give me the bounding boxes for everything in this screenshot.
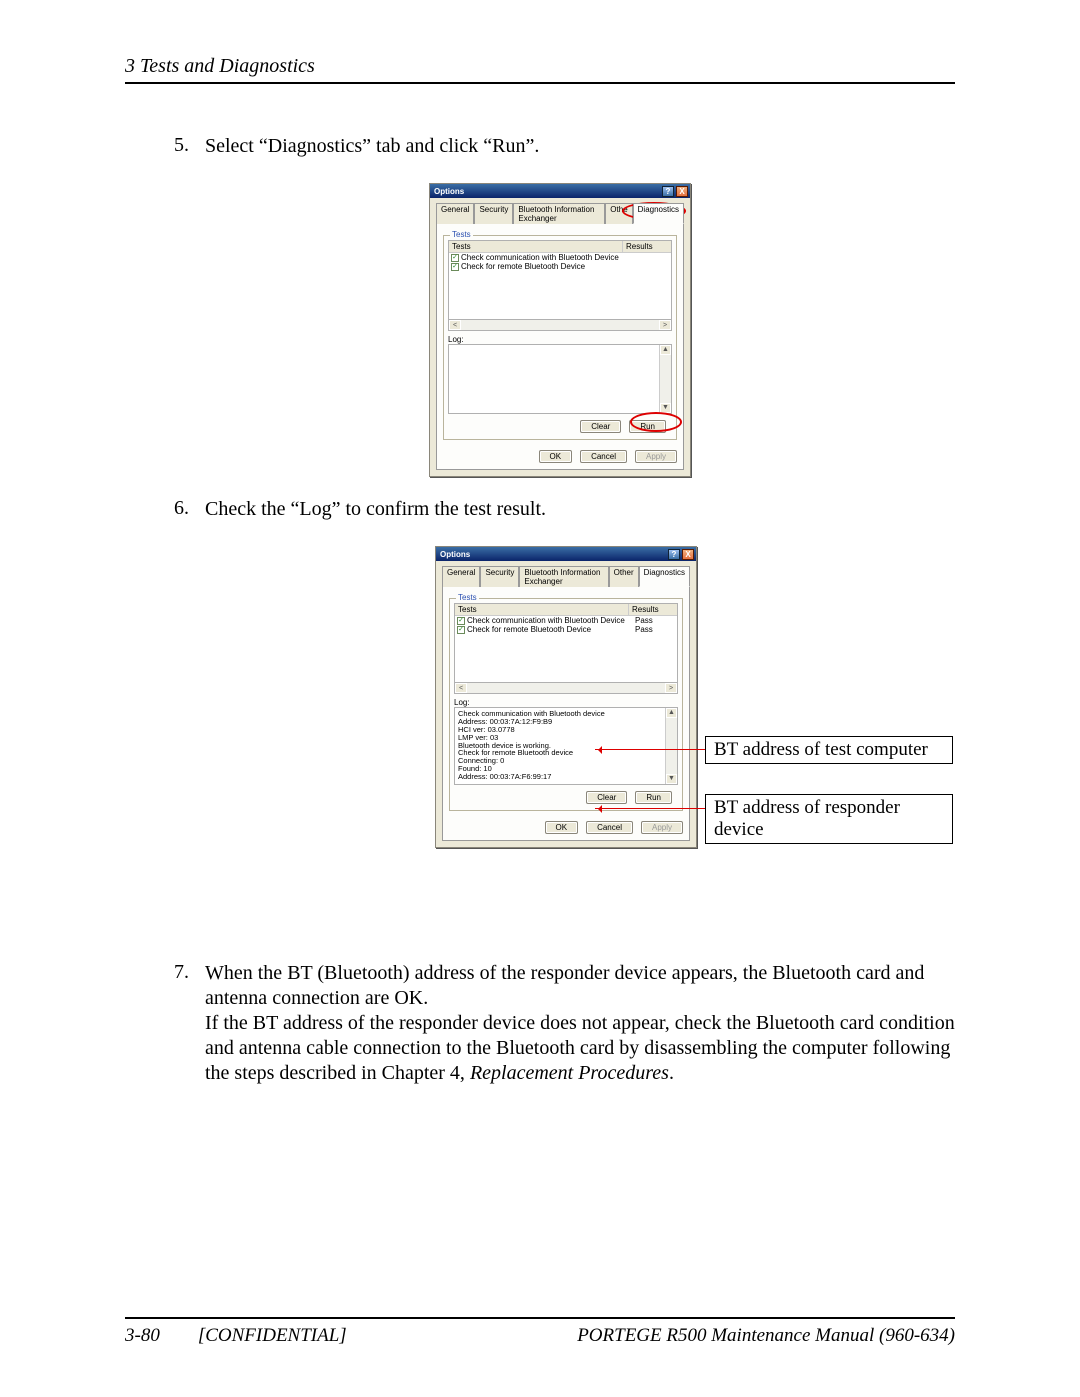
scroll-left-icon[interactable]: < xyxy=(455,683,467,693)
tests-group-label: Tests xyxy=(450,230,473,239)
log-box: ▲ ▼ xyxy=(448,344,672,414)
test-row: Check communication with Bluetooth Devic… xyxy=(461,253,627,262)
options-dialog-1: Options ? X General Security Bluetooth I… xyxy=(429,183,691,477)
clear-button[interactable]: Clear xyxy=(580,420,621,433)
tests-grid: Tests Results ✓ Check communication with… xyxy=(454,603,678,683)
dialog-title: Options xyxy=(434,187,464,196)
tab-diagnostics[interactable]: Diagnostics xyxy=(633,203,684,224)
scroll-right-icon[interactable]: > xyxy=(659,320,671,330)
grid-col-results: Results xyxy=(623,241,671,252)
grid-col-results: Results xyxy=(629,604,677,615)
tab-security[interactable]: Security xyxy=(474,203,513,224)
cancel-button[interactable]: Cancel xyxy=(580,450,627,463)
log-box: Check communication with Bluetooth devic… xyxy=(454,707,678,785)
scroll-left-icon[interactable]: < xyxy=(449,320,461,330)
dialog-title: Options xyxy=(440,550,470,559)
callout-test-computer: BT address of test computer xyxy=(705,736,953,764)
h-scrollbar[interactable]: < > xyxy=(448,320,672,331)
dialog-titlebar: Options ? X xyxy=(430,184,690,198)
apply-button: Apply xyxy=(635,450,677,463)
help-button[interactable]: ? xyxy=(662,186,674,197)
tab-other[interactable]: Othe xyxy=(605,203,632,224)
log-line: Address: 00:03:7A:F6:99:17 xyxy=(458,773,663,781)
checkbox-icon[interactable]: ✓ xyxy=(451,254,459,262)
clear-button[interactable]: Clear xyxy=(586,791,627,804)
list-number: 5. xyxy=(165,134,189,159)
scroll-up-icon[interactable]: ▲ xyxy=(666,708,677,718)
checkbox-icon[interactable]: ✓ xyxy=(451,263,459,271)
test-row: Check communication with Bluetooth Devic… xyxy=(467,616,633,625)
help-button[interactable]: ? xyxy=(668,549,680,560)
apply-button: Apply xyxy=(641,821,683,834)
manual-title: PORTEGE R500 Maintenance Manual (960-634… xyxy=(577,1325,955,1347)
tab-other[interactable]: Other xyxy=(609,566,639,587)
arrow-icon xyxy=(595,808,705,809)
list-number: 6. xyxy=(165,497,189,522)
dialog-titlebar: Options ? X xyxy=(436,547,696,561)
log-label: Log: xyxy=(454,698,678,707)
v-scrollbar[interactable]: ▲ ▼ xyxy=(665,708,677,784)
page-footer: 3-80 [CONFIDENTIAL] PORTEGE R500 Mainten… xyxy=(125,1317,955,1347)
tab-general[interactable]: General xyxy=(442,566,480,587)
list-number: 7. xyxy=(165,961,189,1086)
tests-grid: Tests Results ✓ Check communication with… xyxy=(448,240,672,320)
callout-responder-device: BT address of responder device xyxy=(705,794,953,844)
test-row: Check for remote Bluetooth Device xyxy=(467,625,633,634)
log-label: Log: xyxy=(448,335,672,344)
ok-button[interactable]: OK xyxy=(545,821,579,834)
checkbox-icon[interactable]: ✓ xyxy=(457,617,465,625)
test-row: Check for remote Bluetooth Device xyxy=(461,262,627,271)
close-button[interactable]: X xyxy=(682,549,694,560)
result-cell: Pass xyxy=(635,625,675,634)
arrow-icon xyxy=(595,749,705,750)
result-cell: Pass xyxy=(635,616,675,625)
run-button[interactable]: Run xyxy=(635,791,672,804)
tab-bie[interactable]: Bluetooth Information Exchanger xyxy=(513,203,605,224)
tests-group-label: Tests xyxy=(456,593,479,602)
options-dialog-2: Options ? X General Security Bluetooth I… xyxy=(435,546,697,848)
checkbox-icon[interactable]: ✓ xyxy=(457,626,465,634)
run-button[interactable]: Run xyxy=(629,420,666,433)
ok-button[interactable]: OK xyxy=(539,450,573,463)
scroll-down-icon[interactable]: ▼ xyxy=(660,403,671,413)
confidential-label: [CONFIDENTIAL] xyxy=(198,1325,347,1346)
close-button[interactable]: X xyxy=(676,186,688,197)
tab-general[interactable]: General xyxy=(436,203,474,224)
tab-security[interactable]: Security xyxy=(480,566,519,587)
list-text: When the BT (Bluetooth) address of the r… xyxy=(205,961,955,1086)
cancel-button[interactable]: Cancel xyxy=(586,821,633,834)
list-text: Select “Diagnostics” tab and click “Run”… xyxy=(205,134,955,159)
page-number: 3-80 xyxy=(125,1325,160,1346)
tab-diagnostics[interactable]: Diagnostics xyxy=(639,566,690,587)
v-scrollbar[interactable]: ▲ ▼ xyxy=(659,345,671,413)
scroll-right-icon[interactable]: > xyxy=(665,683,677,693)
breadcrumb: 3 Tests and Diagnostics xyxy=(125,55,955,84)
list-text: Check the “Log” to confirm the test resu… xyxy=(205,497,955,522)
grid-col-tests: Tests xyxy=(455,604,629,615)
scroll-down-icon[interactable]: ▼ xyxy=(666,774,677,784)
tab-bie[interactable]: Bluetooth Information Exchanger xyxy=(519,566,608,587)
scroll-up-icon[interactable]: ▲ xyxy=(660,345,671,355)
h-scrollbar[interactable]: < > xyxy=(454,683,678,694)
grid-col-tests: Tests xyxy=(449,241,623,252)
